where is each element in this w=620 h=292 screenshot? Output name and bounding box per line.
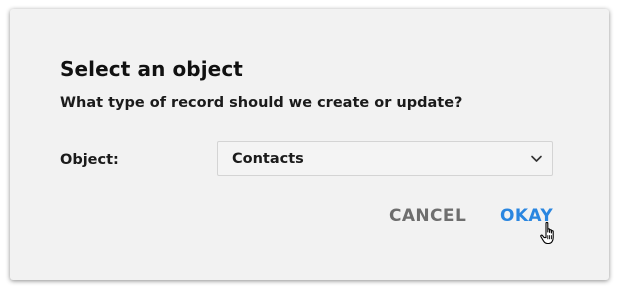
select-object-dialog: Select an object What type of record sho… [10, 9, 609, 280]
object-select[interactable]: Contacts [217, 141, 553, 176]
object-field-label: Object: [60, 152, 119, 168]
chevron-down-icon [531, 155, 542, 162]
hand-pointer-icon [540, 221, 554, 245]
cancel-button[interactable]: CANCEL [389, 205, 466, 227]
dialog-title: Select an object [60, 57, 243, 81]
dialog-subtitle: What type of record should we create or … [60, 95, 463, 111]
object-select-value: Contacts [232, 151, 304, 167]
